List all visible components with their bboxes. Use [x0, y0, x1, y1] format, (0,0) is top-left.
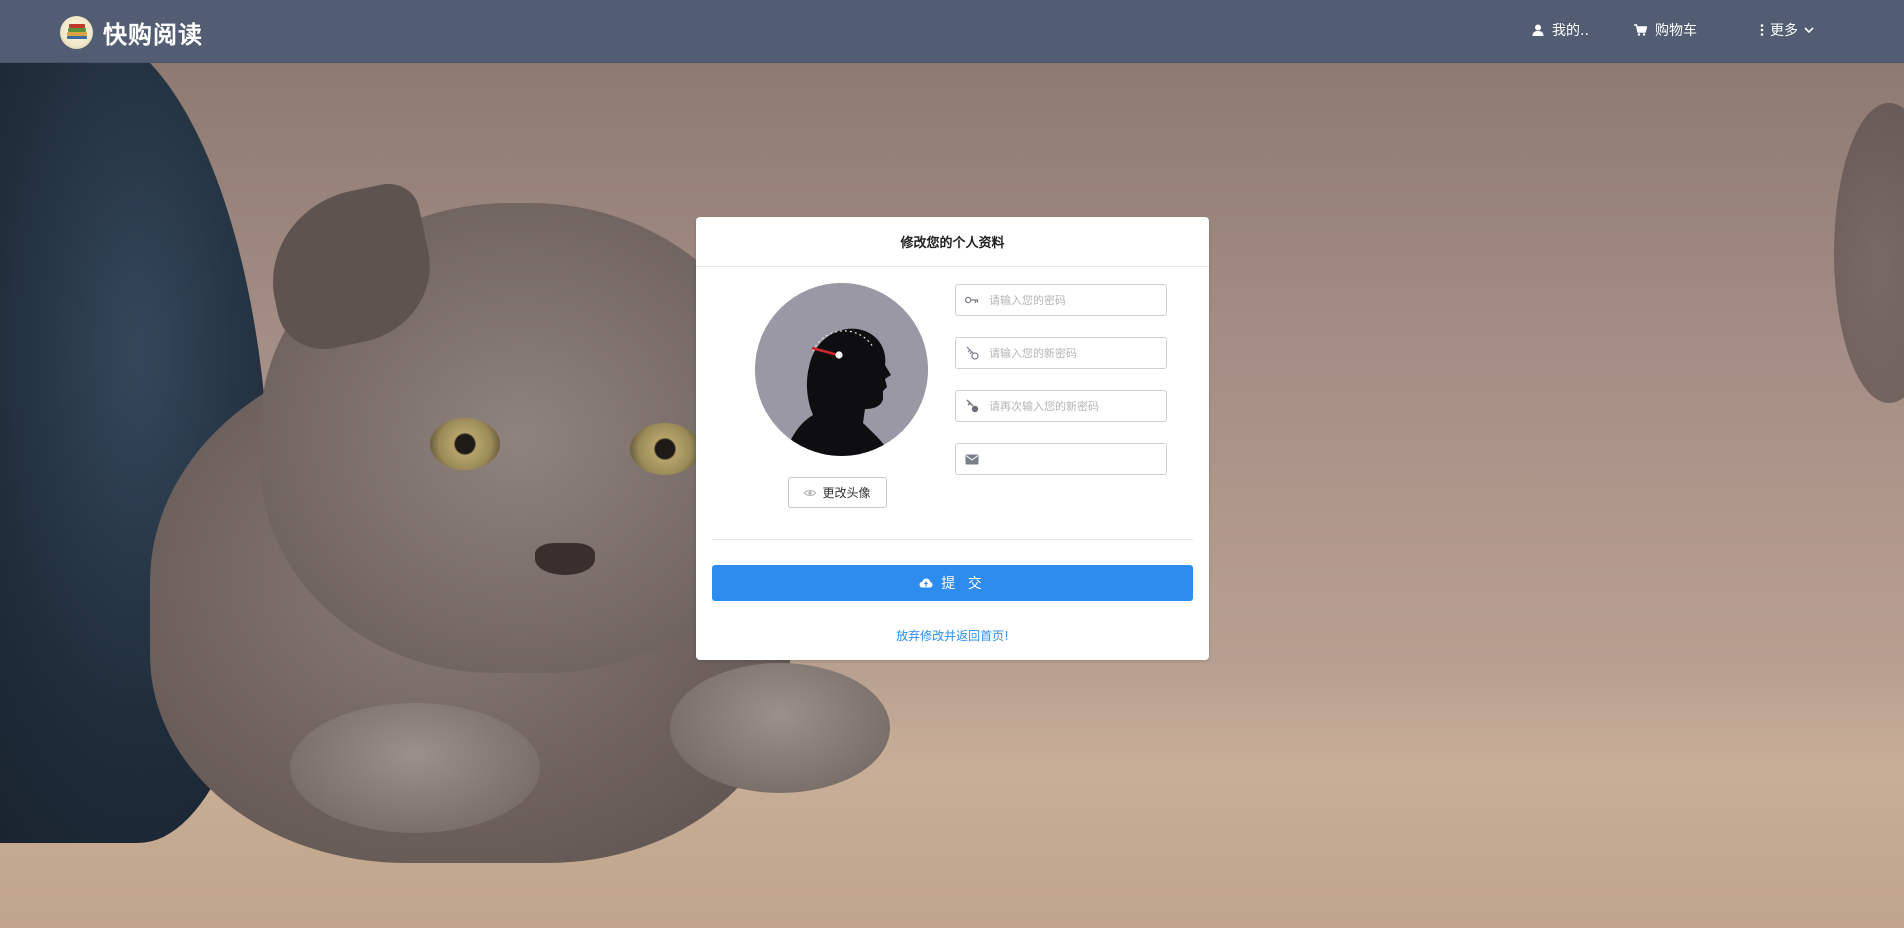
brand-home-link[interactable]: 快购阅读 [60, 14, 203, 50]
nav-shopping-cart-label: 购物车 [1655, 23, 1697, 39]
confirm-password-input[interactable] [989, 399, 1159, 413]
new-key-icon [964, 345, 980, 361]
new-password-input[interactable] [989, 346, 1159, 360]
chevron-down-icon [1804, 26, 1814, 33]
avatar [755, 283, 928, 456]
nav-my-account-label: 我的.. [1552, 23, 1589, 39]
eye-icon [804, 489, 817, 496]
confirm-key-icon [964, 398, 980, 414]
current-password-input[interactable] [989, 293, 1159, 307]
submit-label: 提 交 [941, 576, 986, 592]
key-icon [964, 292, 980, 308]
divider [712, 539, 1193, 540]
confirm-password-field[interactable] [955, 390, 1167, 422]
email-input[interactable] [989, 452, 1159, 466]
book-logo-icon [60, 15, 93, 49]
vertical-dots-icon [1760, 24, 1764, 36]
card-title: 修改您的个人资料 [696, 217, 1209, 267]
user-icon [1532, 24, 1544, 36]
new-password-field[interactable] [955, 337, 1167, 369]
cloud-upload-icon [919, 578, 933, 588]
mail-icon [964, 451, 980, 467]
change-avatar-button[interactable]: 更改头像 [788, 477, 887, 508]
current-password-field[interactable] [955, 284, 1167, 316]
nav-shopping-cart[interactable]: 购物车 [1634, 18, 1697, 42]
email-field[interactable] [955, 443, 1167, 475]
profile-edit-card: 修改您的个人资料 更改头像 提 交 放弃修改并返回首页! [696, 217, 1209, 660]
nav-more-label: 更多 [1770, 23, 1798, 39]
change-avatar-label: 更改头像 [822, 486, 871, 500]
submit-button[interactable]: 提 交 [712, 565, 1193, 601]
nav-more-dropdown[interactable]: 更多 [1760, 18, 1814, 42]
top-navbar: 快购阅读 我的.. 购物车 更多 [0, 0, 1904, 63]
nav-my-account[interactable]: 我的.. [1532, 18, 1589, 42]
brand-name: 快购阅读 [103, 20, 203, 49]
cart-icon [1634, 24, 1647, 36]
cancel-return-home-link[interactable]: 放弃修改并返回首页! [696, 627, 1209, 644]
